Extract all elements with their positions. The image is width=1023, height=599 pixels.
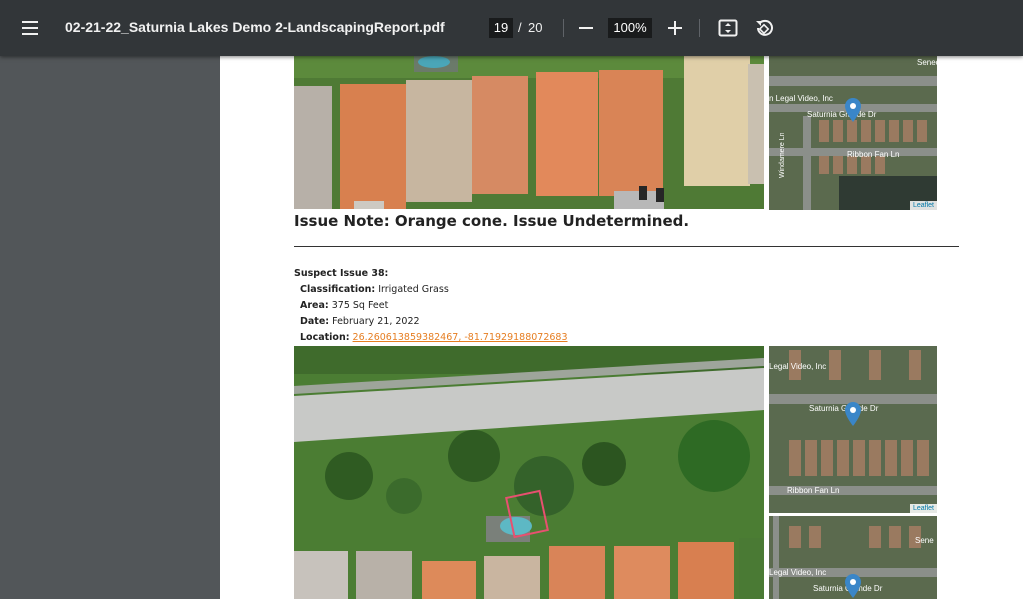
page-number-input[interactable] bbox=[489, 18, 513, 38]
document-title: 02-21-22_Saturnia Lakes Demo 2-Landscapi… bbox=[65, 19, 445, 35]
map-bottom[interactable]: Sene Legal Video, Inc Saturnia Grande Dr bbox=[769, 516, 937, 599]
page-separator: / bbox=[518, 20, 522, 35]
location-label: Location: bbox=[300, 332, 350, 343]
aerial-photo-top bbox=[294, 56, 764, 209]
map-label: Senec bbox=[917, 58, 937, 67]
classification-value: Irrigated Grass bbox=[378, 284, 449, 295]
map-label: Saturnia Grande Dr bbox=[809, 404, 879, 413]
map-label: n Legal Video, Inc bbox=[769, 94, 833, 103]
map-pin-icon[interactable] bbox=[845, 574, 861, 598]
date-label: Date: bbox=[300, 316, 330, 327]
map-top[interactable]: Senec n Legal Video, Inc Saturnia Grande… bbox=[769, 56, 937, 210]
rotate-icon[interactable] bbox=[752, 16, 776, 40]
map-pin-icon[interactable] bbox=[845, 402, 861, 426]
classification-label: Classification: bbox=[300, 284, 376, 295]
map-middle[interactable]: Legal Video, Inc Saturnia Grande Dr Ribb… bbox=[769, 346, 937, 513]
map-pin-icon[interactable] bbox=[845, 98, 861, 122]
pdf-toolbar: 02-21-22_Saturnia Lakes Demo 2-Landscapi… bbox=[0, 0, 1023, 56]
leaflet-attribution-link[interactable]: Leaflet bbox=[909, 504, 937, 513]
suspect-issue-title: Suspect Issue 38: bbox=[294, 268, 389, 279]
location-link[interactable]: 26.260613859382467, -81.71929188072683 bbox=[353, 332, 568, 343]
aerial-photo-bottom bbox=[294, 346, 764, 599]
menu-icon[interactable] bbox=[20, 18, 42, 38]
page-total: 20 bbox=[528, 20, 543, 35]
section-divider bbox=[294, 246, 959, 247]
toolbar-divider bbox=[699, 19, 700, 37]
pdf-page: Senec n Legal Video, Inc Saturnia Grande… bbox=[220, 56, 1023, 599]
suspect-issue-details: Suspect Issue 38: Classification: Irriga… bbox=[294, 266, 568, 346]
toolbar-divider bbox=[563, 19, 564, 37]
zoom-in-icon[interactable] bbox=[663, 16, 687, 40]
map-label: Windamere Ln bbox=[779, 132, 786, 178]
date-value: February 21, 2022 bbox=[332, 316, 420, 327]
sidebar-panel bbox=[0, 56, 220, 599]
map-label: Legal Video, Inc bbox=[769, 362, 827, 371]
zoom-level[interactable]: 100% bbox=[608, 18, 652, 38]
issue-note: Issue Note: Orange cone. Issue Undetermi… bbox=[294, 212, 690, 230]
fit-page-icon[interactable] bbox=[716, 16, 740, 40]
map-label: Saturnia Grande Dr bbox=[807, 110, 877, 119]
map-label: Ribbon Fan Ln bbox=[847, 150, 900, 159]
map-label: Ribbon Fan Ln bbox=[787, 486, 840, 495]
zoom-out-icon[interactable] bbox=[574, 16, 598, 40]
area-label: Area: bbox=[300, 300, 329, 311]
leaflet-attribution-link[interactable]: Leaflet bbox=[909, 201, 937, 210]
map-label: Sene bbox=[915, 536, 934, 545]
map-label: Legal Video, Inc bbox=[769, 568, 827, 577]
area-value: 375 Sq Feet bbox=[331, 300, 389, 311]
